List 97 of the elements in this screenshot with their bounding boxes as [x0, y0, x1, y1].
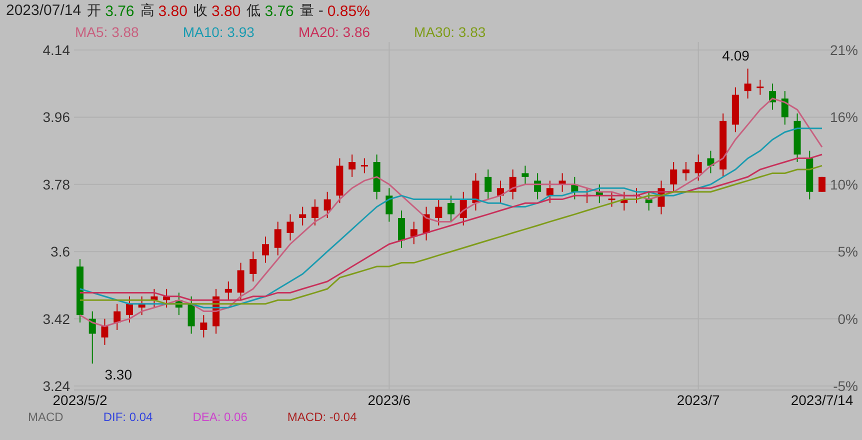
- quote-label: 高: [140, 2, 154, 21]
- candlestick: [435, 198, 442, 226]
- candlestick: [484, 168, 492, 200]
- candlestick: [633, 188, 640, 204]
- indicator-value: MACD: [28, 410, 64, 424]
- candlestick: [794, 112, 801, 162]
- candlestick: [472, 172, 480, 212]
- quote-value: 3.76: [264, 2, 294, 22]
- candlestick: [150, 288, 158, 308]
- price-tick-label: 3.24: [42, 378, 70, 394]
- moving-average-legend: MA20: 3.86: [298, 22, 370, 42]
- candlestick: [645, 191, 652, 212]
- candlestick: [311, 198, 318, 226]
- candlestick: [806, 150, 814, 200]
- candlestick: [286, 214, 294, 241]
- candlestick: [237, 262, 244, 301]
- candlestick: [274, 221, 282, 256]
- candlestick: [200, 314, 208, 338]
- indicator-value: MACD: -0.04: [287, 410, 357, 424]
- candlestick: [546, 180, 554, 204]
- candlestick: [596, 184, 603, 204]
- candlestick: [360, 158, 368, 174]
- candlestick: [250, 251, 257, 282]
- moving-average-legend: MA5: 3.88: [75, 22, 139, 42]
- candlestick: [694, 154, 702, 182]
- candlestick: [496, 180, 504, 204]
- low-price-label: 3.30: [104, 366, 132, 383]
- candlestick: [299, 206, 306, 226]
- quote-label: 低: [246, 2, 261, 21]
- candlestick: [88, 310, 96, 364]
- candlestick: [658, 180, 665, 215]
- candlestick: [348, 154, 356, 178]
- quote-label: 开: [87, 2, 102, 21]
- candlestick: [460, 191, 467, 226]
- candlestick: [509, 168, 516, 200]
- candlestick: [163, 288, 170, 308]
- candlestick: [670, 162, 678, 192]
- date-tick-label: 2023/6: [368, 392, 411, 408]
- candlestick: [682, 162, 690, 182]
- price-tick-label: 3.78: [42, 176, 70, 192]
- candlestick: [212, 288, 220, 334]
- percent-tick-label: 5%: [838, 244, 858, 260]
- percent-tick-label: -5%: [833, 378, 858, 394]
- candlestick: [138, 296, 146, 316]
- candlestick: [522, 165, 529, 185]
- indicator-value: DEA: 0.06: [192, 410, 248, 424]
- candlestick: [720, 112, 727, 178]
- moving-average-legend: MA10: 3.93: [182, 22, 254, 42]
- date-tick-label: 2023/5/2: [52, 392, 108, 408]
- quote-value: 3.80: [158, 2, 188, 22]
- candlestick: [175, 292, 182, 316]
- candlestick: [448, 195, 454, 222]
- quote-value: 3.76: [105, 2, 134, 22]
- candlestick: [422, 206, 430, 241]
- percent-tick-label: 0%: [838, 310, 858, 327]
- candlestick: [571, 176, 578, 200]
- quote-value: 0.85%: [327, 2, 370, 22]
- percent-tick-label: 16%: [830, 109, 858, 126]
- date-tick-label: 2023/7: [676, 392, 720, 408]
- high-price-label: 4.09: [722, 48, 750, 64]
- quote-label: 量 -: [300, 2, 324, 21]
- candlestick: [262, 236, 269, 264]
- price-tick-label: 3.42: [42, 310, 70, 327]
- candlestick: [756, 79, 764, 96]
- candlestick: [534, 172, 542, 200]
- price-tick-label: 3.6: [50, 244, 70, 260]
- candlestick: [101, 318, 108, 346]
- quote-date: 2023/07/14: [6, 1, 82, 21]
- candlestick: [707, 150, 714, 174]
- indicator-value: DIF: 0.04: [103, 410, 153, 424]
- candlestick: [608, 191, 616, 208]
- moving-average-legend: MA30: 3.83: [414, 22, 486, 42]
- price-tick-label: 3.96: [42, 109, 70, 126]
- candlestick: [386, 188, 393, 222]
- candlestick: [781, 90, 788, 126]
- candlestick: [558, 172, 566, 192]
- candlestick: [818, 176, 826, 192]
- candlestick: [114, 303, 121, 330]
- candlestick: [224, 280, 232, 301]
- quote-value: 3.80: [211, 2, 241, 22]
- candlestick: [398, 210, 406, 248]
- candlestick: [126, 296, 133, 324]
- candlestick: [324, 191, 331, 218]
- candlestick: [732, 86, 739, 133]
- price-tick-label: 4.14: [42, 42, 70, 58]
- percent-tick-label: 21%: [830, 42, 858, 58]
- date-tick-label: 2023/7/14: [790, 392, 854, 408]
- candlestick: [769, 83, 776, 110]
- quote-label: 收: [193, 2, 208, 21]
- candlestick: [76, 258, 84, 324]
- candlestick: [373, 154, 380, 200]
- candlestick: [620, 191, 628, 212]
- candlestick: [336, 158, 344, 204]
- candlestick: [188, 296, 195, 334]
- candlestick: [744, 68, 752, 100]
- percent-tick-label: 10%: [830, 176, 858, 192]
- candlestick: [410, 221, 418, 245]
